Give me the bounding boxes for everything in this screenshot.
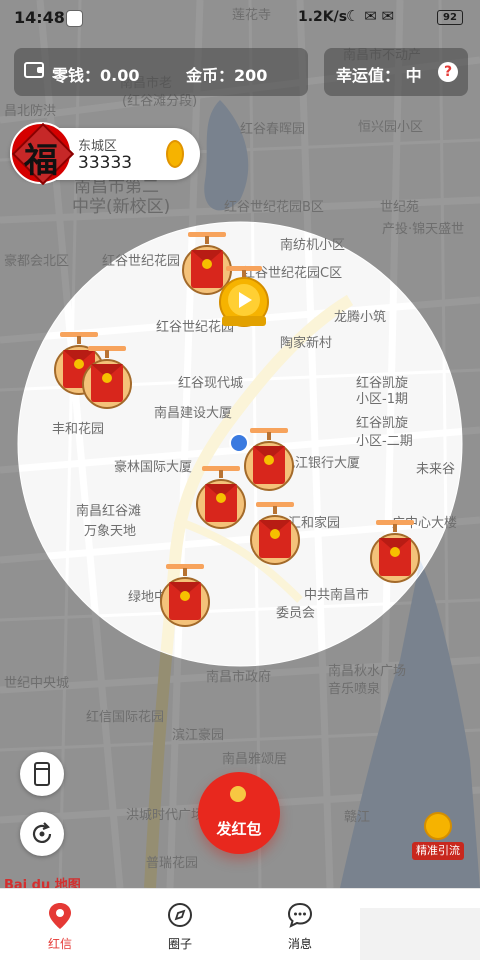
nav-label: 圈子 — [167, 937, 192, 951]
luck-value: 幸运值： 中 — [336, 66, 422, 85]
phone-button[interactable] — [20, 752, 64, 796]
change-balance: 零钱：0.00 — [52, 66, 140, 85]
coin-icon — [166, 140, 184, 168]
map-label: 南昌秋水广场 — [328, 664, 407, 679]
district-label: 东城区 — [78, 139, 118, 154]
map-label: 赣江 — [344, 810, 371, 825]
phone-icon — [34, 762, 50, 786]
nav-label: 红信 — [47, 937, 72, 951]
map-label: 小区-二期 — [356, 434, 413, 449]
map-label: 红谷春晖园 — [240, 122, 306, 137]
user-card[interactable]: 福 东城区 33333 — [10, 122, 200, 186]
map-label: 洪城时代广场 — [126, 808, 205, 823]
status-icons: ☾ ✉ ✉ — [346, 7, 395, 25]
map-label: 音乐喷泉 — [328, 682, 381, 697]
map-label: 南昌市政府 — [206, 670, 272, 685]
red-packet[interactable] — [80, 346, 134, 410]
precise-traffic-label: 精准引流 — [412, 842, 464, 860]
map-label: 未来谷 — [416, 462, 456, 477]
send-red-packet-button[interactable]: 发红包 — [198, 772, 280, 854]
coin-balance: 金币：200 — [186, 66, 268, 85]
status-time: 14:48 — [14, 8, 65, 27]
map-label: 世纪中央城 — [4, 676, 70, 691]
location-pin-icon — [49, 903, 71, 929]
map-label: 昌北防洪 — [4, 104, 57, 119]
map-label: 世纪苑 — [380, 200, 420, 215]
map-label: 中学(新校区) — [72, 197, 171, 217]
luck-bar[interactable]: 幸运值： 中 ? — [324, 48, 468, 96]
nav-corner-shade — [360, 908, 480, 960]
wallet-bar[interactable]: 零钱：0.00 金币：200 — [14, 48, 308, 96]
map-label: 南昌建设大厦 — [154, 406, 233, 421]
status-bar: 14:48 1.2K/s ☾ ✉ ✉ 92 — [0, 0, 480, 34]
map-label: 产投·锦天盛世 — [382, 222, 465, 237]
help-icon[interactable]: ? — [438, 62, 458, 82]
nav-circle[interactable]: 圈子 — [140, 889, 220, 960]
video-reward-coin[interactable] — [216, 266, 272, 330]
red-packet[interactable] — [368, 520, 422, 584]
precise-traffic-button[interactable]: 精准引流 — [412, 812, 464, 862]
chat-bubble-icon — [287, 902, 313, 928]
nav-hongxin[interactable]: 红信 — [20, 889, 100, 960]
battery-icon: 92 — [437, 10, 463, 25]
map-label: 陶家新村 — [280, 336, 333, 351]
nav-label: 消息 — [287, 937, 312, 951]
map-label: 普瑞花园 — [146, 856, 199, 871]
send-red-packet-label: 发红包 — [216, 820, 262, 838]
map-label: 恒兴园小区 — [358, 120, 424, 135]
map-label: 红谷世纪花园B区 — [224, 200, 324, 215]
refresh-button[interactable] — [20, 812, 64, 856]
map-label: 小区-1期 — [356, 392, 408, 407]
map-label: 豪林国际大厦 — [114, 460, 193, 475]
red-packet[interactable] — [248, 502, 302, 566]
map-label: 红谷凯旋 — [356, 416, 409, 431]
map-label: 滨江豪园 — [172, 728, 225, 743]
map-label: 龙腾小筑 — [334, 310, 387, 325]
map-label: 红信国际花园 — [86, 710, 165, 725]
map-label: 南纺机小区 — [280, 238, 346, 253]
envelope-seal-icon — [230, 786, 246, 802]
wallet-icon — [24, 62, 44, 78]
refresh-icon — [32, 822, 52, 843]
map-screen: 莲花寺南昌市不动产南昌市老(红谷滩分段)昌北防洪红谷春晖园恒兴园小区南昌市第二中… — [0, 0, 480, 960]
map-label: 丰和花园 — [52, 422, 105, 437]
avatar[interactable]: 福 — [10, 122, 75, 186]
red-packet[interactable] — [242, 428, 296, 492]
fu-character: 福 — [24, 141, 58, 181]
map-label: 豪都会北区 — [4, 254, 70, 269]
map-label: 南昌雅颂居 — [222, 752, 288, 767]
network-speed: 1.2K/s — [298, 9, 348, 25]
map-label: 红谷世纪花园 — [102, 254, 181, 269]
compass-icon — [168, 903, 192, 927]
red-packet[interactable] — [158, 564, 212, 628]
map-label: 委员会 — [276, 606, 316, 621]
map-label: 南昌红谷滩 — [76, 504, 142, 519]
nav-messages[interactable]: 消息 — [260, 889, 340, 960]
map-label: 中共南昌市 — [304, 588, 370, 603]
red-packet[interactable] — [194, 466, 248, 530]
gold-coin-icon — [424, 812, 452, 840]
app-notification-icon — [66, 10, 83, 27]
map-label: 红谷现代城 — [178, 376, 244, 391]
map-label: 万象天地 — [84, 524, 137, 539]
user-score: 33333 — [78, 153, 133, 173]
